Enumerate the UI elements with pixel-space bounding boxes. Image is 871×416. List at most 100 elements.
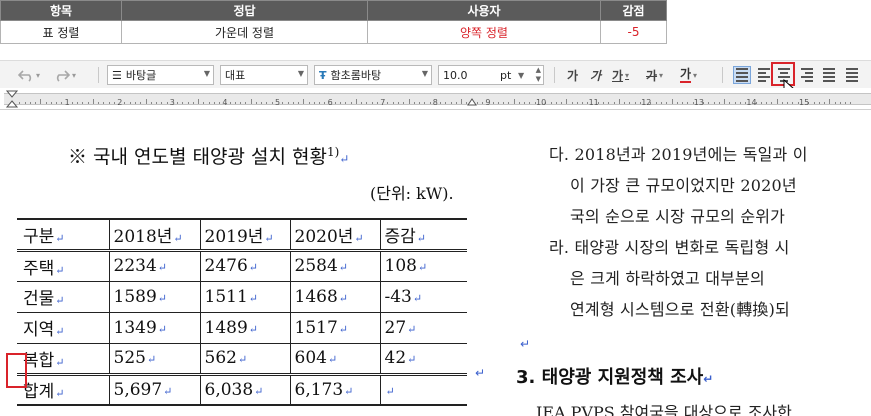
- paragraph-mark: ↵: [173, 231, 183, 245]
- language-select[interactable]: 대표 ▼: [220, 65, 308, 85]
- paragraph-mark: ↵: [248, 261, 258, 274]
- cell-text: 합계: [23, 382, 55, 403]
- table-cell[interactable]: 108↵: [379, 250, 467, 282]
- ruler-tick: [603, 102, 605, 104]
- horizontal-ruler[interactable]: 1 2 3 4 5 6 7 8 9 10 11 12 13 14 15: [0, 88, 871, 110]
- table-cell[interactable]: 지역↵: [17, 312, 109, 344]
- document-page[interactable]: ※ 국내 연도별 태양광 설치 현황1)↵ (단위: kW). 구분↵ 2018년…: [0, 111, 871, 416]
- ruler-tick: [682, 102, 684, 104]
- table-cell[interactable]: 42↵: [379, 343, 467, 376]
- table-cell[interactable]: 건물↵: [17, 281, 109, 313]
- table-cell[interactable]: ↵: [379, 374, 467, 406]
- ruler-tick: [303, 99, 305, 104]
- table-cell[interactable]: 1489↵: [199, 312, 290, 344]
- table-cell[interactable]: 2476↵: [199, 250, 290, 282]
- table-cell[interactable]: 27↵: [379, 312, 467, 344]
- ruler-tick: [355, 99, 357, 104]
- table-cell[interactable]: 1589↵: [108, 281, 200, 313]
- table-cell[interactable]: 604↵: [289, 343, 380, 376]
- table-cell[interactable]: 5,697↵: [108, 374, 200, 406]
- table-header-cell[interactable]: 2019년↵: [199, 218, 290, 252]
- table-cell[interactable]: 525↵: [108, 343, 200, 376]
- table-header-cell[interactable]: 2018년↵: [108, 218, 200, 252]
- paragraph-mark: ↵: [248, 322, 258, 336]
- ruler-tick: [771, 102, 773, 104]
- ruler-number: 10: [536, 98, 547, 107]
- table-row[interactable]: 복합↵ 525↵ 562↵ 604↵ 42↵: [17, 343, 467, 376]
- underline-button[interactable]: 가 ▾: [612, 65, 629, 85]
- table-header-cell[interactable]: 구분↵: [17, 218, 109, 252]
- ruler-tick: [208, 102, 210, 104]
- table-cell[interactable]: 주택↵: [17, 250, 109, 282]
- cell-text: 6,173: [294, 379, 344, 400]
- strikethrough-button[interactable]: 가 ▾: [646, 65, 663, 85]
- ruler-number: 11: [588, 98, 599, 107]
- table-row[interactable]: 주택↵ 2234↵ 2476↵ 2584↵ 108↵: [17, 250, 467, 282]
- table-cell[interactable]: 1349↵: [108, 312, 200, 344]
- ruler-tick: [87, 102, 89, 104]
- chevron-down-icon: ▼: [421, 69, 428, 78]
- size-stepper-icon[interactable]: ▲ ▼: [536, 66, 541, 84]
- ruler-number: 13: [693, 98, 704, 107]
- paragraph-mark: ↵: [55, 263, 65, 277]
- ruler-track: 1 2 3 4 5 6 7 8 9 10 11 12 13 14 15: [4, 93, 871, 107]
- table-cell[interactable]: 6,038↵: [199, 374, 290, 406]
- table-cell[interactable]: 562↵: [199, 343, 290, 376]
- font-size-input[interactable]: 10.0 pt ▼ ▲ ▼: [438, 65, 544, 85]
- ruler-tick: [566, 99, 568, 104]
- redo-icon[interactable]: ▾: [54, 65, 76, 85]
- right-indent-marker-icon[interactable]: [467, 98, 477, 106]
- italic-button[interactable]: 가: [590, 65, 601, 85]
- ruler-tick: [161, 102, 163, 104]
- table-row[interactable]: 지역↵ 1349↵ 1489↵ 1517↵ 27↵: [17, 312, 467, 344]
- cell-text: 구분: [23, 226, 55, 247]
- table-cell[interactable]: -43↵: [379, 281, 467, 313]
- bold-button[interactable]: 가: [567, 65, 578, 85]
- ruler-tick: [655, 102, 657, 104]
- ruler-tick: [713, 102, 715, 104]
- align-justify-button[interactable]: [733, 66, 751, 84]
- cell-text: 525: [113, 348, 146, 368]
- cell-text: 108: [384, 256, 417, 276]
- ruler-tick: [424, 102, 426, 104]
- table-row[interactable]: 건물↵ 1589↵ 1511↵ 1468↵ -43↵: [17, 281, 467, 313]
- ruler-tick: [513, 99, 515, 104]
- undo-icon[interactable]: ▾: [18, 65, 40, 85]
- paragraph-mark: ↵: [146, 353, 157, 366]
- ruler-tick: [40, 99, 42, 104]
- table-cell[interactable]: 1468↵: [289, 281, 380, 313]
- style-select[interactable]: ☰ 바탕글 ▼: [107, 65, 214, 85]
- ruler-tick: [408, 99, 410, 104]
- paragraph-mark: ↵: [417, 261, 428, 274]
- table-cell[interactable]: 1511↵: [199, 281, 290, 313]
- ruler-tick: [687, 102, 689, 104]
- table-cell[interactable]: 2584↵: [289, 250, 380, 282]
- ruler-tick: [676, 102, 678, 104]
- indent-marker-icon[interactable]: [6, 90, 18, 108]
- align-right-button[interactable]: [798, 66, 816, 84]
- table-header-cell[interactable]: 2020년↵: [289, 218, 380, 252]
- ruler-tick: [319, 102, 321, 104]
- ruler-tick: [98, 102, 100, 104]
- table-cell[interactable]: 복합↵: [17, 343, 109, 376]
- table-header-row[interactable]: 구분↵ 2018년↵ 2019년↵ 2020년↵ 증감↵: [17, 218, 467, 252]
- table-cell[interactable]: 합계↵: [17, 374, 109, 406]
- table-cell[interactable]: 6,173↵: [289, 374, 380, 406]
- ruler-tick: [792, 102, 794, 104]
- grading-header-item: 항목: [0, 0, 122, 21]
- table-header-cell[interactable]: 증감↵: [379, 218, 467, 252]
- font-select[interactable]: Ŧ 함초롬바탕 ▼: [314, 65, 432, 85]
- table-cell[interactable]: 1517↵: [289, 312, 380, 344]
- solar-installation-table[interactable]: 구분↵ 2018년↵ 2019년↵ 2020년↵ 증감↵ 주택↵ 2234↵ 2476↵ 258…: [17, 218, 467, 406]
- ruler-tick: [497, 102, 499, 104]
- table-row[interactable]: 합계↵ 5,697↵ 6,038↵ 6,173↵ ↵: [17, 374, 467, 406]
- table-cell[interactable]: 2234↵: [108, 250, 200, 282]
- align-distributed-button[interactable]: [820, 66, 838, 84]
- font-size-unit: pt: [500, 68, 512, 82]
- ruler-tick: [271, 102, 273, 104]
- ruler-number: 8: [432, 98, 438, 107]
- align-divide-button[interactable]: [843, 66, 861, 84]
- ruler-tick: [766, 102, 768, 104]
- cell-text: 27: [384, 317, 407, 338]
- font-color-button[interactable]: 가 ▾: [680, 65, 697, 85]
